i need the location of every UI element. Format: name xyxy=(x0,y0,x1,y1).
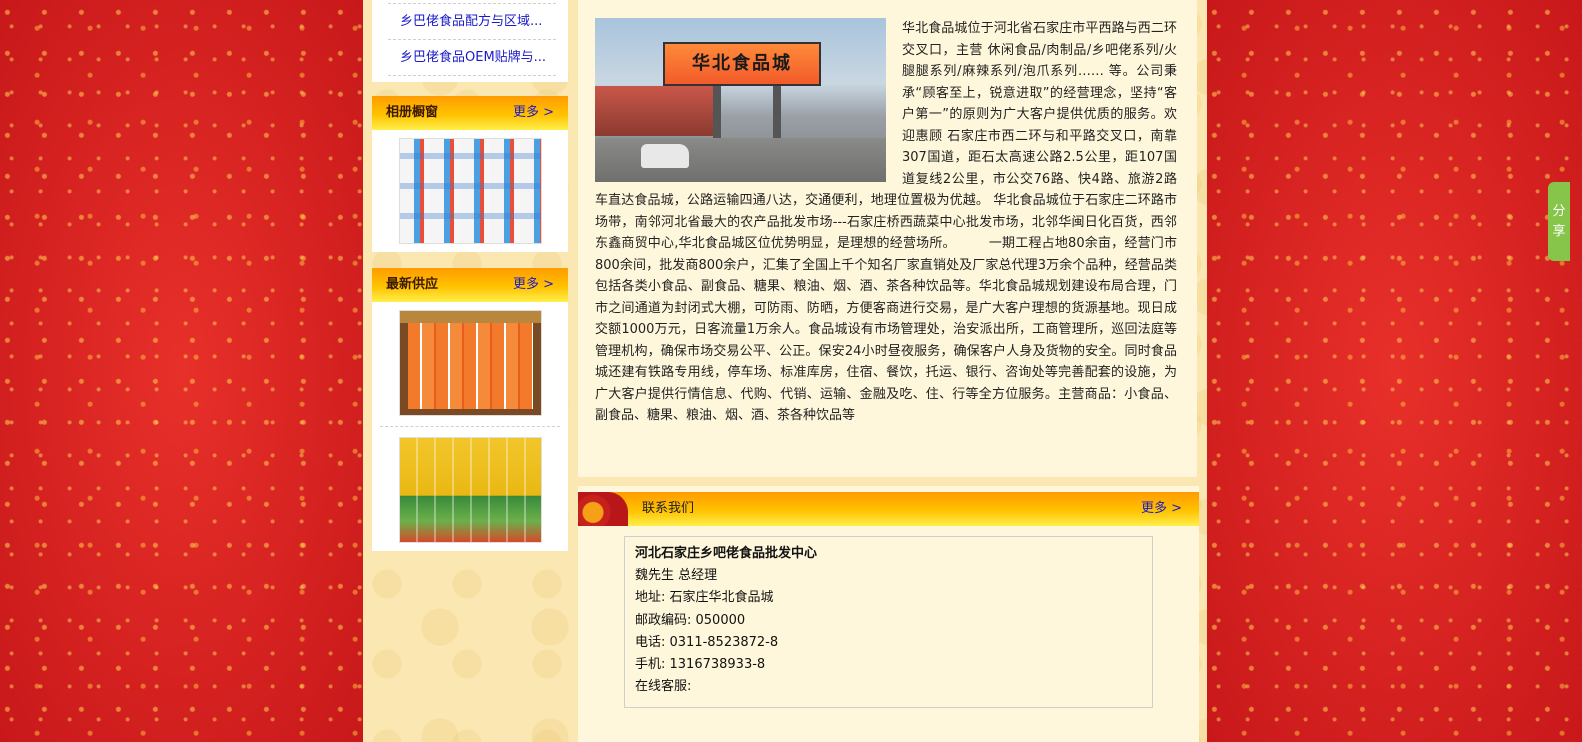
billboard-post xyxy=(773,84,781,142)
contact-card: 河北石家庄乡吧佬食品批发中心 魏先生 总经理 地址: 石家庄华北食品城 邮政编码… xyxy=(624,536,1153,708)
album-more-link[interactable]: 更多 > xyxy=(513,96,554,130)
contact-panel: 联系我们 更多 > 河北石家庄乡吧佬食品批发中心 魏先生 总经理 地址: 石家庄… xyxy=(578,486,1199,742)
contact-online-service: 在线客服: xyxy=(635,679,692,695)
left-sidebar: 乡巴佬食品配方与区域... 乡巴佬食品OEM贴牌与... 相册橱窗 更多 > 最… xyxy=(372,0,568,551)
share-button[interactable]: 分享 xyxy=(1548,182,1570,261)
company-intro: 华北食品城 华北食品城位于河北省石家庄市平西路与西二环交叉口，主营 休闲食品/肉… xyxy=(578,0,1197,477)
photo-road xyxy=(595,138,886,182)
photo-building xyxy=(595,86,715,136)
album-photo[interactable] xyxy=(398,138,542,244)
article-list: 乡巴佬食品配方与区域... 乡巴佬食品OEM贴牌与... xyxy=(372,0,568,82)
contact-title-bar: 联系我们 更多 > xyxy=(578,492,1199,526)
billboard-post xyxy=(713,84,721,142)
right-festive-background xyxy=(1207,0,1582,742)
supply-more-link[interactable]: 更多 > xyxy=(513,268,554,302)
contact-postcode: 邮政编码: 050000 xyxy=(635,612,746,628)
contact-title-text: 联系我们 xyxy=(642,501,695,516)
contact-phone: 电话: 0311-8523872-8 xyxy=(635,634,779,650)
contact-more-link[interactable]: 更多 > xyxy=(1141,492,1182,526)
album-box-body xyxy=(372,130,568,252)
contact-person: 魏先生 总经理 xyxy=(635,568,718,584)
photo-car xyxy=(641,144,689,168)
supply-box-title: 最新供应 更多 > xyxy=(372,268,568,302)
carton-edge xyxy=(399,311,541,323)
market-photo: 华北食品城 xyxy=(595,18,886,182)
sausage-rows xyxy=(407,323,533,409)
contact-address: 地址: 石家庄华北食品城 xyxy=(635,590,774,606)
album-box: 相册橱窗 更多 > xyxy=(372,96,568,252)
company-name: 河北石家庄乡吧佬食品批发中心 xyxy=(635,546,818,561)
contact-mobile: 手机: 1316738933-8 xyxy=(635,657,766,673)
album-box-title: 相册橱窗 更多 > xyxy=(372,96,568,130)
supply-product-image[interactable] xyxy=(398,310,542,416)
cloud-emblem-icon xyxy=(578,492,628,526)
supply-box-body xyxy=(372,302,568,551)
article-link[interactable]: 乡巴佬食品OEM贴牌与... xyxy=(388,40,556,76)
supply-product-image[interactable] xyxy=(398,437,542,543)
supply-title-text: 最新供应 xyxy=(386,277,439,292)
left-festive-background xyxy=(0,0,363,742)
album-title-text: 相册橱窗 xyxy=(386,105,439,120)
billboard-sign: 华北食品城 xyxy=(663,42,821,86)
divider xyxy=(380,426,560,427)
article-link[interactable]: 乡巴佬食品配方与区域... xyxy=(388,4,556,40)
supply-box: 最新供应 更多 > xyxy=(372,268,568,551)
